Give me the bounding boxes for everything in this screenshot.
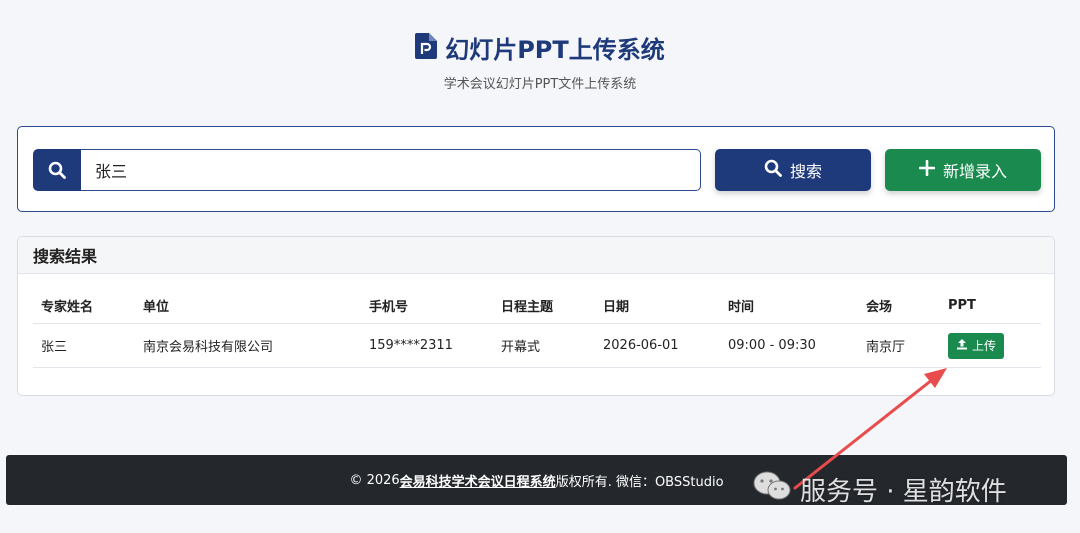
search-input-group — [33, 149, 701, 191]
cell-date: 2026-06-01 — [595, 323, 720, 368]
cell-unit: 南京会易科技有限公司 — [135, 323, 361, 368]
col-name: 专家姓名 — [33, 287, 135, 324]
cell-venue: 南京厅 — [858, 323, 940, 368]
col-topic: 日程主题 — [493, 287, 595, 324]
upload-icon — [956, 338, 968, 353]
watermark: 服务号 · 星韵软件 — [752, 470, 1007, 509]
col-venue: 会场 — [858, 287, 940, 324]
title-row: 幻灯片PPT上传系统 — [0, 30, 1080, 65]
results-table: 专家姓名 单位 手机号 日程主题 日期 时间 会场 PPT 张三 南京会易科技有… — [33, 287, 1041, 368]
results-title: 搜索结果 — [18, 237, 1054, 274]
page-subtitle: 学术会议幻灯片PPT文件上传系统 — [443, 77, 637, 92]
add-entry-button[interactable]: 新增录入 — [885, 149, 1041, 191]
col-date: 日期 — [595, 287, 720, 324]
footer-prefix: © 2026 — [349, 472, 400, 488]
plus-icon — [918, 159, 936, 180]
page-title: 幻灯片PPT上传系统 — [445, 36, 665, 64]
search-icon — [764, 159, 782, 181]
table-row: 张三 南京会易科技有限公司 159****2311 开幕式 2026-06-01… — [33, 323, 1041, 368]
cell-time: 09:00 - 09:30 — [720, 323, 858, 368]
add-entry-label: 新增录入 — [942, 162, 1007, 181]
search-input[interactable] — [81, 149, 701, 191]
file-powerpoint-icon — [415, 32, 438, 63]
watermark-text: 服务号 · 星韵软件 — [800, 477, 1007, 507]
upload-ppt-button[interactable]: 上传 — [948, 332, 1005, 359]
results-panel: 搜索结果 专家姓名 单位 手机号 日程主题 日期 时间 会场 PPT 张三 南京… — [17, 236, 1055, 396]
col-unit: 单位 — [135, 287, 361, 324]
search-button-label: 搜索 — [789, 162, 822, 181]
wechat-icon — [752, 470, 792, 509]
table-header-row: 专家姓名 单位 手机号 日程主题 日期 时间 会场 PPT — [33, 287, 1041, 324]
col-time: 时间 — [720, 287, 858, 324]
search-button[interactable]: 搜索 — [715, 149, 871, 191]
page-header: 幻灯片PPT上传系统 学术会议幻灯片PPT文件上传系统 — [0, 30, 1080, 92]
cell-topic: 开幕式 — [493, 323, 595, 368]
cell-phone: 159****2311 — [361, 323, 493, 368]
upload-label: 上传 — [972, 339, 997, 353]
search-panel: 搜索 新增录入 — [17, 126, 1055, 212]
cell-name: 张三 — [33, 323, 135, 368]
footer-suffix: 版权所有. 微信：OBSStudio — [555, 474, 724, 490]
footer-link[interactable]: 会易科技学术会议日程系统 — [400, 471, 556, 490]
col-phone: 手机号 — [361, 287, 493, 324]
cell-ppt: 上传 — [940, 323, 1041, 368]
search-icon — [33, 149, 81, 191]
col-ppt: PPT — [940, 287, 1041, 324]
